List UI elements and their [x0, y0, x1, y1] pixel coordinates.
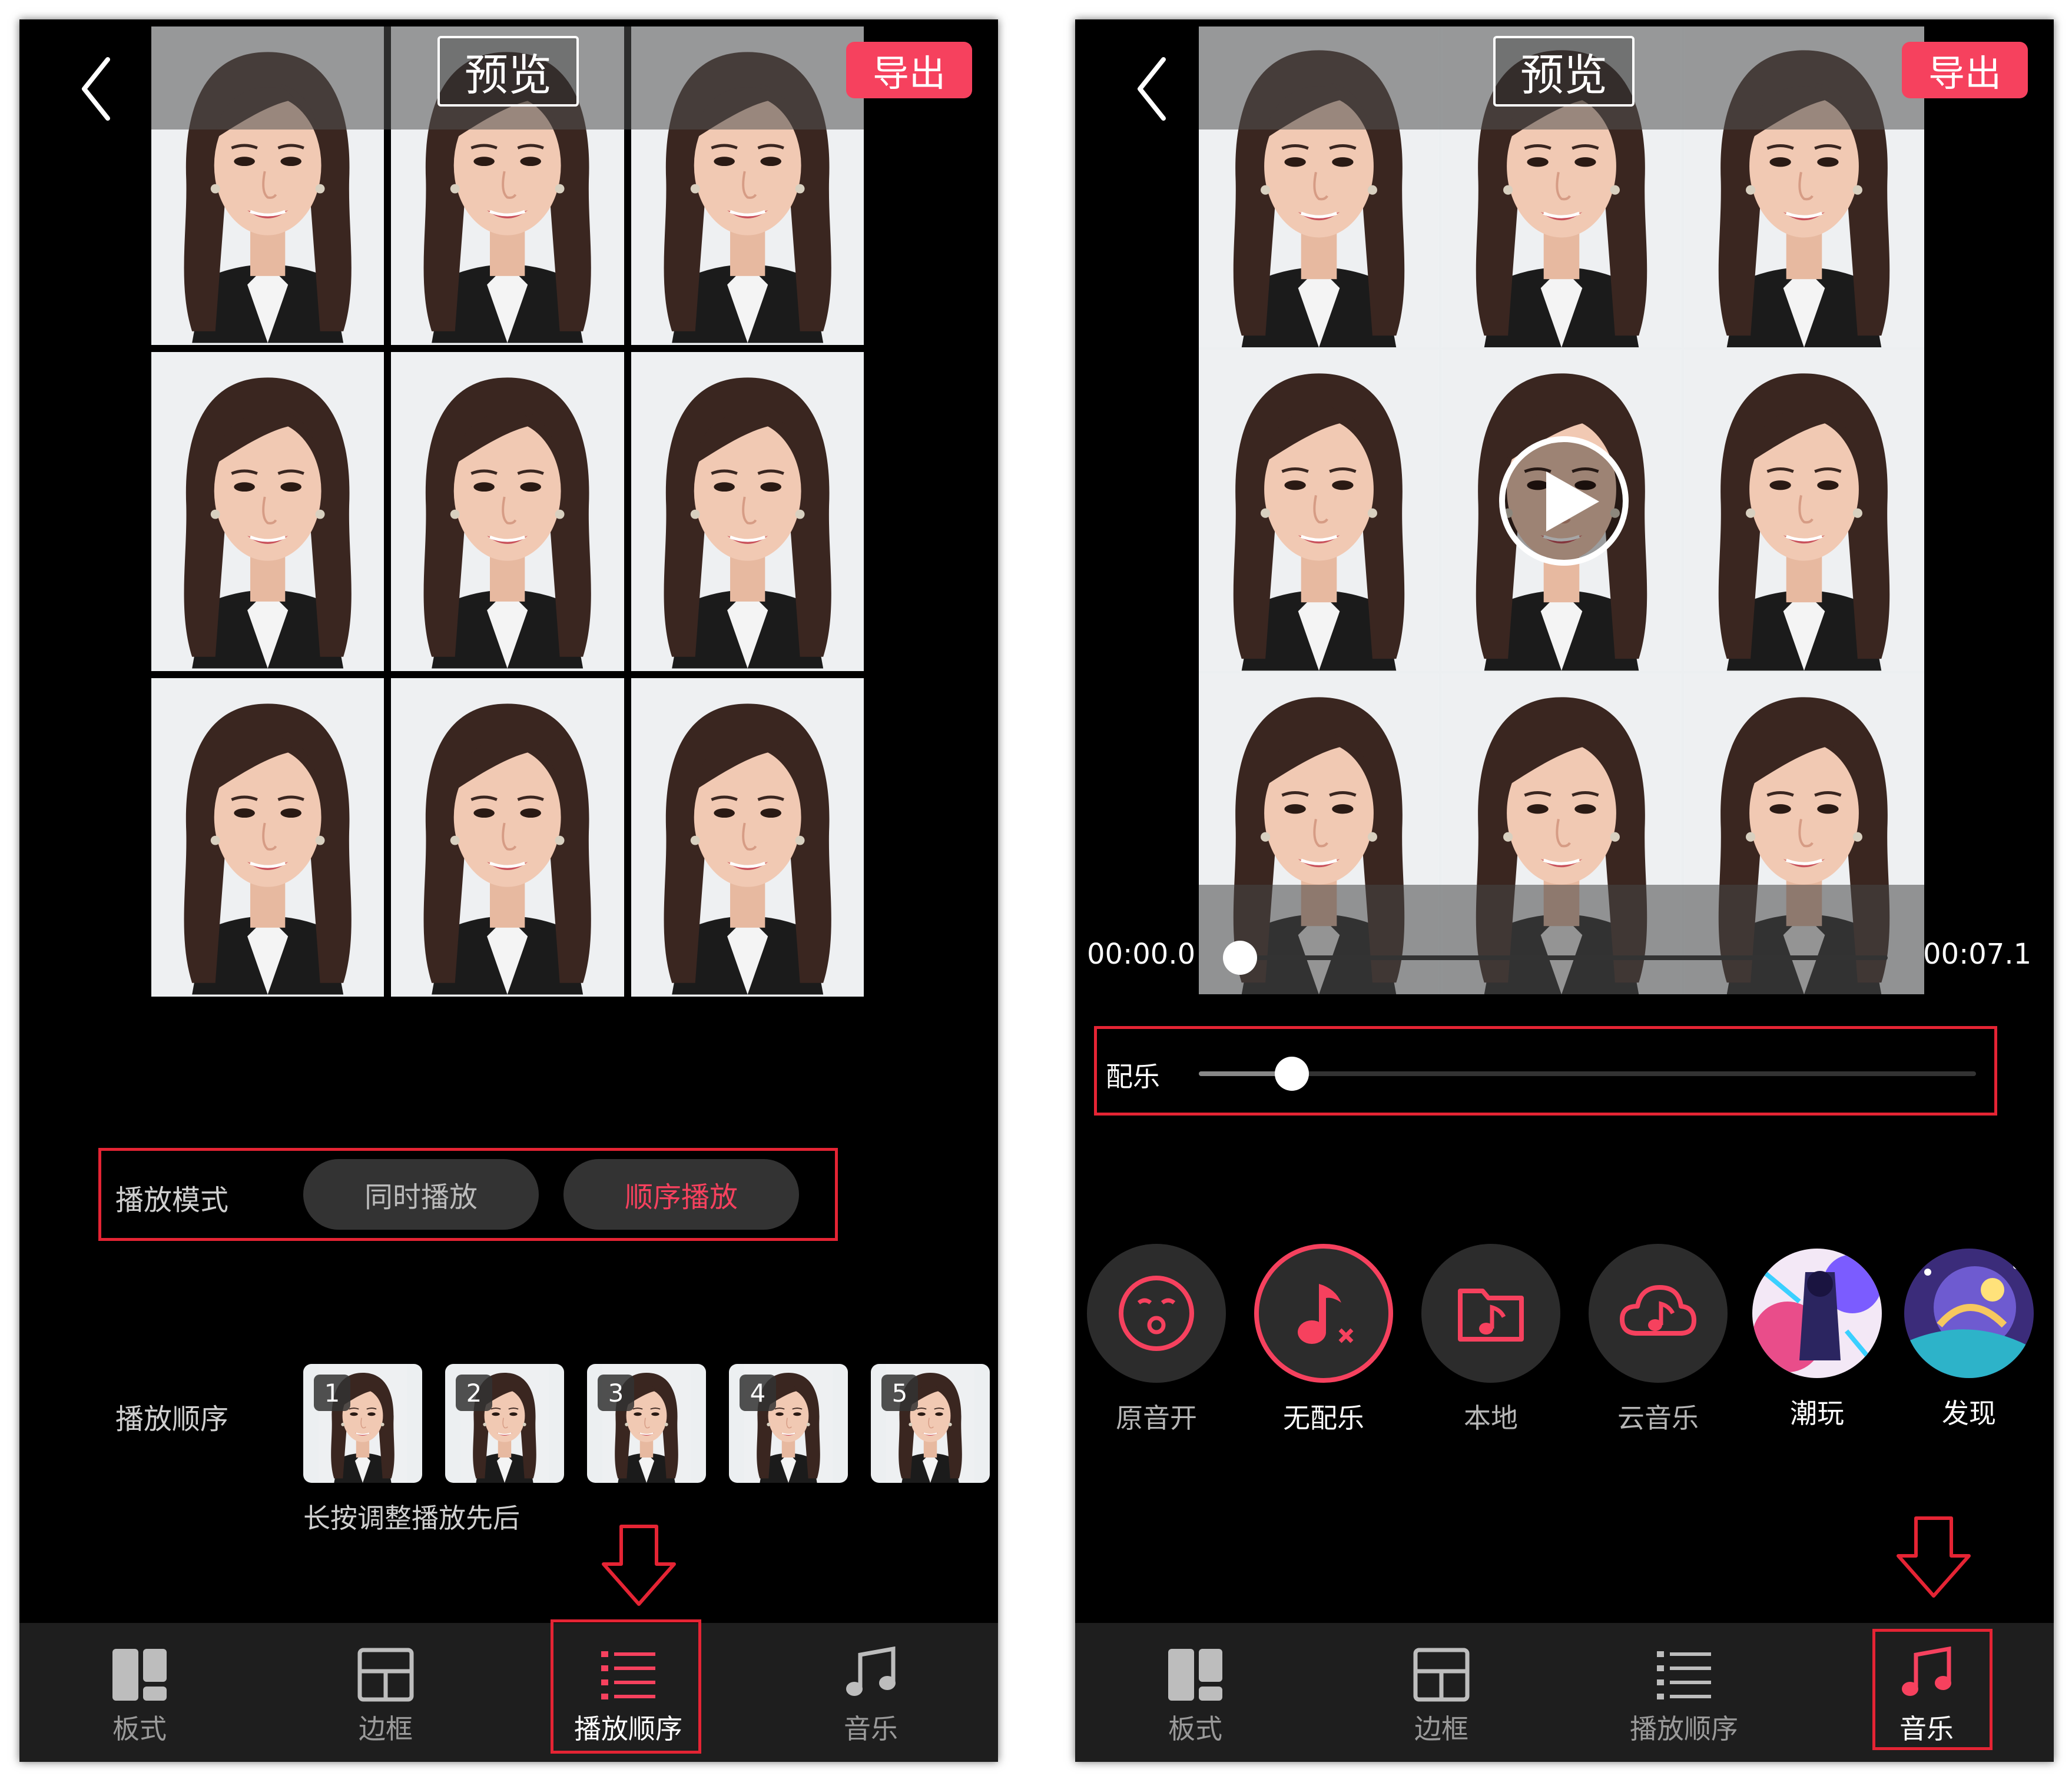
play-icon	[1546, 472, 1599, 532]
no-music-icon	[1298, 1284, 1354, 1344]
tab-label: 板式	[112, 1713, 167, 1745]
back-icon[interactable]	[1122, 48, 1181, 130]
order-thumbnail[interactable]: 2	[445, 1364, 564, 1483]
grid-photo	[391, 678, 624, 997]
order-thumbnail[interactable]: 3	[587, 1364, 706, 1483]
grid-photo	[391, 352, 624, 671]
order-thumbnail[interactable]: 1	[303, 1364, 422, 1483]
frame-icon	[1413, 1648, 1470, 1702]
tab-label: 边框	[359, 1713, 413, 1745]
frame-icon	[357, 1648, 414, 1702]
grid-photo	[631, 678, 864, 997]
music-option-original-sound[interactable]: 原音开	[1086, 1244, 1227, 1436]
play-button[interactable]	[1499, 436, 1629, 566]
grid-photo	[1684, 350, 1924, 671]
down-arrow-icon	[602, 1525, 676, 1606]
layout-icon	[112, 1649, 167, 1701]
layout-icon	[1168, 1649, 1222, 1701]
bottom-tab-bar: 板式 边框 播放顺序 音乐	[19, 1623, 998, 1762]
order-thumbnail[interactable]: 4	[729, 1364, 848, 1483]
bgm-volume-track[interactable]	[1199, 1071, 1976, 1076]
music-option-label: 本地	[1464, 1402, 1518, 1434]
tab-label: 边框	[1414, 1713, 1468, 1745]
tab-label: 音乐	[844, 1713, 898, 1745]
order-number: 2	[456, 1375, 492, 1411]
music-option-trendy[interactable]: 潮玩	[1746, 1249, 1888, 1431]
tab-frame[interactable]: 边框	[297, 1623, 474, 1762]
order-number: 4	[740, 1375, 776, 1411]
grid-photo	[631, 352, 864, 671]
order-number: 5	[881, 1375, 918, 1411]
tab-frame[interactable]: 边框	[1353, 1623, 1530, 1762]
phone-screen-play-order: 预览 导出 播放模式 同时播放 顺序播放 播放顺序 1 2 3 4 5 长按调整…	[19, 19, 998, 1762]
mode-simultaneous-button[interactable]: 同时播放	[303, 1159, 539, 1230]
tab-label: 播放顺序	[1630, 1713, 1738, 1745]
export-button[interactable]: 导出	[1902, 42, 2028, 98]
page-title: 预览	[1493, 36, 1635, 107]
cloud-music-icon	[1620, 1285, 1696, 1336]
photo-grid	[151, 26, 864, 997]
music-option-no-music[interactable]: 无配乐	[1253, 1244, 1394, 1436]
album-art-discover	[1904, 1249, 2034, 1378]
music-option-cloud[interactable]: 云音乐	[1587, 1244, 1729, 1436]
current-time: 00:00.0	[1087, 938, 1196, 971]
play-order-tab-highlight	[551, 1619, 701, 1754]
music-option-label: 云音乐	[1617, 1402, 1699, 1434]
grid-photo	[631, 26, 864, 346]
page-title: 预览	[437, 36, 579, 107]
total-time: 00:07.1	[1923, 938, 2032, 971]
grid-photo	[1199, 26, 1439, 348]
export-button[interactable]: 导出	[846, 42, 972, 98]
grid-photo	[1199, 350, 1439, 671]
list-icon	[1657, 1651, 1711, 1699]
music-option-discover[interactable]: 发现	[1898, 1249, 2040, 1431]
mouth-icon	[1119, 1276, 1194, 1351]
playback-slider-knob[interactable]	[1223, 941, 1257, 975]
play-mode-label: 播放模式	[115, 1184, 229, 1217]
music-option-label: 原音开	[1116, 1402, 1197, 1434]
bgm-volume-highlight	[1094, 1026, 1997, 1116]
order-thumbnail[interactable]: 5	[871, 1364, 990, 1483]
music-note-icon	[846, 1646, 896, 1696]
grid-photo	[151, 678, 384, 997]
play-order-label: 播放顺序	[115, 1403, 229, 1436]
tab-music[interactable]: 音乐	[783, 1623, 959, 1762]
phone-screen-music: 预览 导出 00:00.0 00:07.1 配乐 原音开 无配乐 本地 云音乐 …	[1075, 19, 2054, 1762]
music-option-label: 潮玩	[1790, 1397, 1844, 1429]
order-number: 3	[598, 1375, 634, 1411]
tab-layout[interactable]: 板式	[51, 1623, 228, 1762]
grid-photo	[151, 26, 384, 346]
back-icon[interactable]	[67, 48, 125, 130]
music-tab-highlight	[1872, 1629, 1993, 1750]
music-option-label: 发现	[1942, 1397, 1996, 1429]
down-arrow-icon	[1897, 1516, 1971, 1598]
grid-photo	[1684, 26, 1924, 348]
mode-sequential-button[interactable]: 顺序播放	[563, 1159, 799, 1230]
bgm-volume-knob[interactable]	[1275, 1057, 1309, 1091]
order-number: 1	[314, 1375, 350, 1411]
player-overlay	[1199, 885, 1924, 994]
tab-play-order[interactable]: 播放顺序	[1596, 1623, 1772, 1762]
music-option-label: 无配乐	[1283, 1402, 1364, 1434]
album-art-trendy	[1752, 1249, 1882, 1378]
tab-layout[interactable]: 板式	[1107, 1623, 1284, 1762]
grid-photo	[151, 352, 384, 671]
folder-music-icon	[1458, 1289, 1524, 1342]
tab-label: 板式	[1168, 1713, 1222, 1745]
playback-track[interactable]	[1240, 955, 1888, 960]
bgm-label: 配乐	[1106, 1061, 1160, 1093]
music-option-local[interactable]: 本地	[1420, 1244, 1562, 1436]
reorder-hint: 长按调整播放先后	[303, 1502, 520, 1534]
